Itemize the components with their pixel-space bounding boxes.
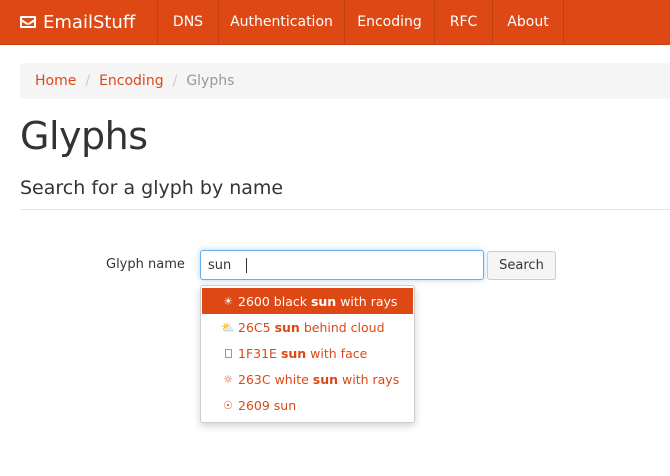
suggestion-item[interactable]: ☼ 263C white sun with rays bbox=[202, 366, 413, 392]
breadcrumb-home[interactable]: Home bbox=[35, 73, 76, 89]
breadcrumb-separator: / bbox=[172, 73, 178, 89]
suggestion-match-plain: sun bbox=[273, 397, 297, 413]
breadcrumb-separator: / bbox=[85, 73, 91, 89]
brand-name: EmailStuff bbox=[43, 11, 136, 33]
nav-encoding[interactable]: Encoding bbox=[345, 0, 435, 44]
suggestion-text-after: with rays bbox=[342, 371, 400, 387]
page-title: Glyphs bbox=[20, 114, 148, 158]
suggestion-item[interactable]: ☉ 2609 sun bbox=[202, 392, 413, 418]
brand-link[interactable]: EmailStuff bbox=[0, 0, 158, 44]
suggestion-item[interactable]: ☀ 2600 black sun with rays bbox=[202, 288, 413, 314]
nav-authentication[interactable]: Authentication bbox=[219, 0, 345, 44]
breadcrumb: Home / Encoding / Glyphs bbox=[20, 63, 670, 99]
top-navbar: EmailStuff DNS Authentication Encoding R… bbox=[0, 0, 670, 45]
missing-glyph-icon bbox=[222, 348, 234, 358]
suggestion-code: 26C5 bbox=[238, 319, 271, 335]
breadcrumb-current: Glyphs bbox=[186, 73, 235, 89]
suggestion-code: 1F31E bbox=[238, 345, 277, 361]
search-button[interactable]: Search bbox=[487, 251, 556, 280]
suggestion-text-after: behind cloud bbox=[303, 319, 385, 335]
page-subtitle: Search for a glyph by name bbox=[20, 177, 284, 199]
suggestion-text-before: black bbox=[273, 293, 307, 309]
nav-rfc[interactable]: RFC bbox=[435, 0, 493, 44]
suggestion-code: 263C bbox=[238, 371, 271, 387]
suggestion-text-after: with rays bbox=[340, 293, 398, 309]
nav-about[interactable]: About bbox=[493, 0, 564, 44]
suggestion-code: 2600 bbox=[238, 293, 270, 309]
suggestion-text-before: white bbox=[274, 371, 309, 387]
suggestion-item[interactable]: 1F31E sun with face bbox=[202, 340, 413, 366]
nav-dns[interactable]: DNS bbox=[158, 0, 219, 44]
white-sun-icon: ☼ bbox=[223, 372, 233, 386]
glyph-name-input[interactable] bbox=[200, 250, 484, 280]
suggestion-match: sun bbox=[312, 371, 339, 387]
suggestion-match: sun bbox=[280, 345, 307, 361]
envelope-icon bbox=[20, 16, 36, 28]
black-sun-icon: ☀ bbox=[223, 294, 233, 308]
text-caret bbox=[246, 258, 247, 273]
suggestion-text-after: with face bbox=[310, 345, 368, 361]
autocomplete-dropdown: ☀ 2600 black sun with rays ⛅ 26C5 sun be… bbox=[200, 285, 415, 423]
divider bbox=[20, 209, 670, 210]
suggestion-code: 2609 bbox=[238, 397, 270, 413]
suggestion-item[interactable]: ⛅ 26C5 sun behind cloud bbox=[202, 314, 413, 340]
sun-behind-cloud-icon: ⛅ bbox=[221, 320, 235, 334]
breadcrumb-encoding[interactable]: Encoding bbox=[99, 73, 164, 89]
suggestion-match: sun bbox=[274, 319, 300, 335]
suggestion-match: sun bbox=[310, 293, 337, 309]
glyph-name-label: Glyph name bbox=[106, 257, 185, 272]
sun-icon: ☉ bbox=[223, 398, 233, 412]
